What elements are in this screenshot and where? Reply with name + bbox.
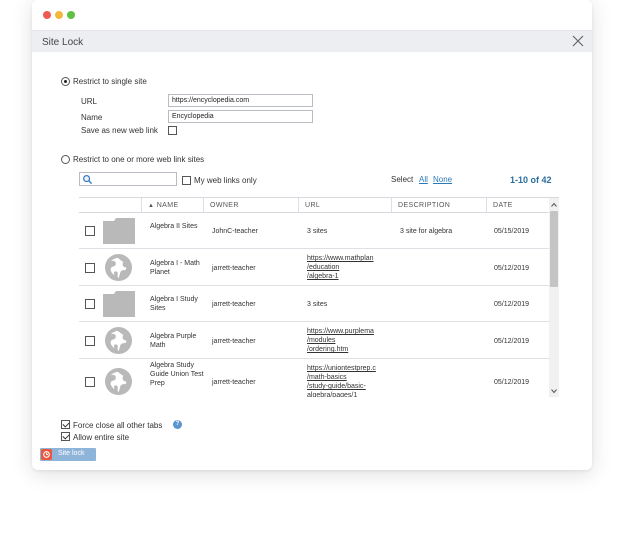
close-icon[interactable] [570, 33, 586, 49]
force-close-label: Force close all other tabs [73, 421, 163, 430]
result-count: 1-10 of 42 [510, 175, 552, 185]
globe-icon [104, 367, 133, 396]
row-name: Algebra Purple Math [150, 333, 197, 349]
row-name: Algebra I - Math Planet [150, 260, 200, 276]
row-checkbox[interactable] [85, 336, 95, 346]
restrict-multi-label: Restrict to one or more web link sites [73, 155, 205, 164]
restrict-single-label: Restrict to single site [73, 77, 147, 86]
url-line: /algebra-1 [307, 273, 339, 280]
url-line: /education [307, 264, 340, 271]
table-scrollbar[interactable] [549, 198, 559, 397]
select-none-link[interactable]: None [433, 175, 452, 184]
select-label: Select [391, 175, 414, 184]
row-date: 05/12/2019 [494, 301, 530, 308]
row-owner: jarrett-teacher [212, 301, 256, 308]
name-field[interactable]: Encyclopedia [168, 110, 313, 123]
dialog-title: Site Lock [42, 37, 84, 48]
row-checkbox[interactable] [85, 263, 95, 273]
url-label: URL [81, 97, 98, 106]
force-close-checkbox[interactable] [61, 420, 70, 429]
sort-up-icon: ▲ [148, 203, 155, 209]
row-url: 3 sites [307, 301, 328, 308]
restrict-single-radio[interactable] [61, 77, 70, 86]
row-date: 05/15/2019 [494, 228, 530, 235]
globe-icon [104, 326, 133, 355]
scrollbar-thumb[interactable] [550, 211, 558, 287]
column-header-description[interactable]: DESCRIPTION [391, 198, 486, 213]
row-url: 3 sites [307, 228, 328, 235]
row-owner: jarrett-teacher [212, 338, 256, 345]
table-row[interactable]: Algebra I - Math Planet jarrett-teacher … [79, 249, 549, 286]
row-date: 05/12/2019 [494, 265, 530, 272]
table-row[interactable]: Algebra II Sites JohnC-teacher 3 sites 3… [79, 213, 549, 249]
url-line: /modules [307, 337, 336, 344]
row-name: Algebra Study Guide Union Test Prep [150, 362, 204, 387]
row-description: 3 site for algebra [400, 228, 453, 235]
allow-entire-checkbox[interactable] [61, 432, 70, 441]
scroll-down-icon[interactable] [551, 388, 557, 394]
url-line: /math-basics [307, 374, 347, 381]
allow-entire-label: Allow entire site [73, 433, 130, 442]
row-url-link[interactable]: https://www.purplema /modules /ordering.… [307, 327, 397, 354]
web-links-table: ▲ NAME OWNER URL DESCRIPTION DATE Algebr… [79, 197, 559, 397]
column-header-name[interactable]: ▲ NAME [141, 198, 203, 213]
row-checkbox[interactable] [85, 299, 95, 309]
window-chrome [32, 0, 592, 30]
dialog-content: Restrict to single site URL https://ency… [32, 52, 592, 470]
column-header-owner[interactable]: OWNER [203, 198, 298, 213]
row-checkbox[interactable] [85, 226, 95, 236]
url-line: https://www.mathplan [307, 255, 374, 262]
row-url-link[interactable]: https://uniontestprep.c /math-basics /st… [307, 364, 397, 397]
restrict-multi-radio[interactable] [61, 155, 70, 164]
info-icon[interactable]: ? [173, 420, 182, 429]
column-header-url[interactable]: URL [298, 198, 391, 213]
close-window-dot[interactable] [43, 11, 51, 19]
scroll-up-icon[interactable] [551, 202, 557, 208]
row-date: 05/12/2019 [494, 338, 530, 345]
column-header-date[interactable]: DATE [486, 198, 549, 213]
folder-icon [103, 291, 135, 317]
dialog-titlebar: Site Lock [32, 30, 592, 52]
row-owner: jarrett-teacher [212, 265, 256, 272]
url-line: /ordering.htm [307, 346, 349, 353]
site-lock-button[interactable]: Site lock [40, 448, 96, 461]
row-owner: jarrett-teacher [212, 379, 256, 386]
select-all-link[interactable]: All [419, 175, 428, 184]
search-icon [83, 175, 93, 185]
my-web-links-label: My web links only [194, 176, 257, 185]
folder-icon [103, 218, 135, 244]
url-line: algebra/pages/1 [307, 392, 358, 397]
name-label: Name [81, 113, 103, 122]
row-owner: JohnC-teacher [212, 228, 258, 235]
globe-icon [104, 253, 133, 282]
url-line: /study-guide/basic- [307, 383, 366, 390]
save-web-link-label: Save as new web link [81, 126, 158, 135]
table-row[interactable]: Algebra Purple Math jarrett-teacher http… [79, 322, 549, 359]
url-line: https://www.purplema [307, 328, 374, 335]
table-row[interactable]: Algebra I Study Sites jarrett-teacher 3 … [79, 286, 549, 322]
my-web-links-checkbox[interactable] [182, 176, 191, 185]
row-date: 05/12/2019 [494, 379, 530, 386]
url-field[interactable]: https://encyclopedia.com [168, 94, 313, 107]
row-name: Algebra II Sites [150, 223, 198, 230]
table-header: ▲ NAME OWNER URL DESCRIPTION DATE [79, 198, 549, 213]
row-checkbox[interactable] [85, 377, 95, 387]
lock-icon [41, 449, 52, 460]
url-line: https://uniontestprep.c [307, 365, 376, 372]
row-name: Algebra I Study Sites [150, 296, 198, 312]
minimize-window-dot[interactable] [55, 11, 63, 19]
row-url-link[interactable]: https://www.mathplan /education /algebra… [307, 254, 397, 281]
site-lock-label: Site lock [58, 450, 85, 457]
save-web-link-checkbox[interactable] [168, 126, 177, 135]
maximize-window-dot[interactable] [67, 11, 75, 19]
table-row[interactable]: Algebra Study Guide Union Test Prep jarr… [79, 359, 549, 397]
site-lock-window: Site Lock Restrict to single site URL ht… [32, 0, 592, 470]
search-input[interactable] [79, 172, 177, 186]
